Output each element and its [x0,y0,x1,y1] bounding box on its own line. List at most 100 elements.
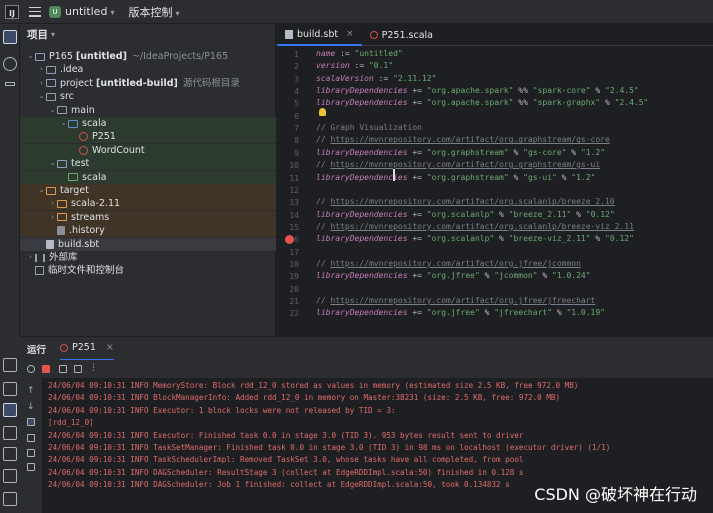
tree-item-label: 临时文件和控制台 [48,265,125,277]
tree-item[interactable]: WordCount [20,143,276,157]
chevron-down-icon[interactable]: ⌄ [26,50,35,63]
chevron-right-icon[interactable]: › [48,211,57,224]
vcs-widget[interactable]: 版本控制 ▾ [128,4,179,20]
watermark: CSDN @破坏神在行动 [534,485,697,504]
build-tool-icon[interactable] [3,358,17,372]
tree-item[interactable]: › project [untitled-build] 源代码根目录 [20,77,276,90]
more-icon[interactable]: ⋮ [89,364,98,373]
tree-item[interactable]: build.sbt [20,237,276,251]
code-line[interactable]: // https://mvnrepository.com/artifact/or… [316,221,634,233]
chevron-right-icon[interactable]: › [37,77,46,90]
excluded-folder-icon [57,213,67,222]
arrow-down-icon[interactable]: ↓ [27,402,35,412]
code-line[interactable]: scalaVersion := "2.11.12" [316,73,436,85]
editor-gutter[interactable]: 1 2 3 4 5 6 7 8 9 10 11 12 13 14 15 16 17 18 19 20 21 22 [277,46,313,322]
code-editor[interactable]: name := "untitled" version := "0.1" scalaV… [313,46,713,322]
tree-item[interactable]: ⌄ main [20,104,276,117]
chevron-down-icon[interactable]: ⌄ [48,157,57,170]
chevron-down-icon[interactable]: ⌄ [48,104,57,117]
code-line[interactable]: // https://mvnrepository.com/artifact/or… [316,295,595,307]
intellij-logo-icon[interactable]: IJ [5,4,19,19]
code-line[interactable]: name := "untitled" [316,48,403,60]
lightbulb-icon[interactable] [319,108,326,116]
close-run-tab-icon[interactable]: × [106,342,114,353]
code-line[interactable]: libraryDependencies += "org.jfree" % "jc… [316,270,591,282]
line-number: 10 [289,161,299,171]
tree-item-label: build.sbt [58,238,100,250]
tree-item[interactable]: .history [20,224,276,238]
tree-item[interactable]: › .idea [20,63,276,76]
code-line[interactable]: libraryDependencies += "org.graphstream"… [316,147,605,159]
chevron-right-icon[interactable]: › [26,251,35,264]
git-tool-icon[interactable] [3,492,17,506]
chevron-down-icon[interactable]: ▾ [51,30,55,39]
tree-item-module-name: [untitled] [75,51,127,62]
debug-tool-icon[interactable] [3,426,17,440]
tree-item[interactable]: 临时文件和控制台 [20,264,276,277]
chevron-right-icon[interactable]: › [37,63,46,76]
tree-item[interactable]: › streams [20,210,276,224]
services-tool-icon[interactable] [3,382,17,396]
run-panel-title: 运行 [27,344,47,356]
code-line[interactable]: version := "0.1" [316,60,393,72]
tab-build-sbt[interactable]: build.sbt × [277,24,362,46]
close-tab-icon[interactable]: × [346,29,354,39]
project-badge[interactable]: U [49,5,61,18]
tree-item[interactable]: ⌄ test [20,157,276,171]
code-line[interactable]: // https://mvnrepository.com/artifact/or… [316,196,615,208]
code-line[interactable]: // https://mvnrepository.com/artifact/or… [316,134,610,146]
log-line: 24/06/04 09:10:31 INFO MemoryStore: Bloc… [48,381,579,390]
run-tab-label: P251 [72,342,96,353]
run-tool-icon[interactable] [3,403,17,417]
tree-item[interactable]: scala [20,170,276,184]
line-number: 21 [289,297,299,306]
tree-item-path: 源代码根目录 [182,77,240,89]
code-line[interactable]: libraryDependencies += "org.jfree" % "jf… [316,307,605,319]
folder-icon [57,159,67,168]
folder-icon [46,79,56,88]
chevron-down-icon[interactable]: ⌄ [37,184,46,197]
trash-icon[interactable] [27,463,35,471]
code-line[interactable]: libraryDependencies += "org.scalanlp" % … [316,233,634,245]
project-tool-icon[interactable] [3,30,17,44]
chevron-down-icon[interactable]: ⌄ [37,90,46,103]
print-icon[interactable] [27,449,35,457]
problems-tool-icon[interactable] [3,469,17,483]
stop-icon[interactable] [42,365,50,373]
line-number: 2 [294,62,299,72]
tree-item[interactable]: ⌄ src [20,90,276,103]
scala-object-icon [79,132,88,142]
rerun-icon[interactable] [27,365,35,373]
soft-wrap-icon[interactable] [27,418,35,426]
code-line[interactable]: // https://mvnrepository.com/artifact/or… [316,258,581,270]
tree-item[interactable]: ⌄ P165 [untitled] ~/IdeaProjects/P165 [20,50,276,63]
tree-item[interactable]: P251 [20,130,276,144]
breakpoint-icon[interactable] [285,234,294,244]
settings-icon[interactable] [74,365,82,373]
tree-item[interactable]: ⌄ target [20,184,276,197]
chevron-right-icon[interactable]: › [48,197,57,210]
tree-item[interactable]: ⌄ scala [20,117,276,130]
code-line[interactable]: // https://mvnrepository.com/artifact/or… [316,159,600,171]
chevron-down-icon[interactable]: ⌄ [59,117,68,130]
run-tab-p251[interactable]: P251 × [60,337,114,361]
camera-icon[interactable] [59,365,67,373]
line-number: 7 [294,124,299,134]
scroll-to-end-icon[interactable] [27,434,35,442]
more-tools-icon[interactable] [5,82,15,86]
terminal-tool-icon[interactable] [3,447,17,461]
project-widget[interactable]: untitled ▾ [65,5,114,18]
code-line[interactable]: libraryDependencies += "org.apache.spark… [316,97,648,109]
line-number: 14 [289,210,299,220]
code-line[interactable]: libraryDependencies += "org.scalanlp" % … [316,209,615,221]
arrow-up-icon[interactable]: ↑ [27,386,35,396]
code-line[interactable]: // Graph Visualization [316,122,422,134]
tab-p251-scala[interactable]: P251.scala [362,24,441,46]
structure-tool-icon[interactable] [3,57,17,71]
main-menu-icon[interactable] [29,6,41,17]
tree-item[interactable]: › scala-2.11 [20,197,276,211]
code-line[interactable]: libraryDependencies += "org.apache.spark… [316,85,639,97]
code-line[interactable]: libraryDependencies += "org.graphstream"… [316,172,595,184]
tree-item-label: P165 [49,51,73,62]
tree-item[interactable]: › 外部库 [20,251,276,264]
